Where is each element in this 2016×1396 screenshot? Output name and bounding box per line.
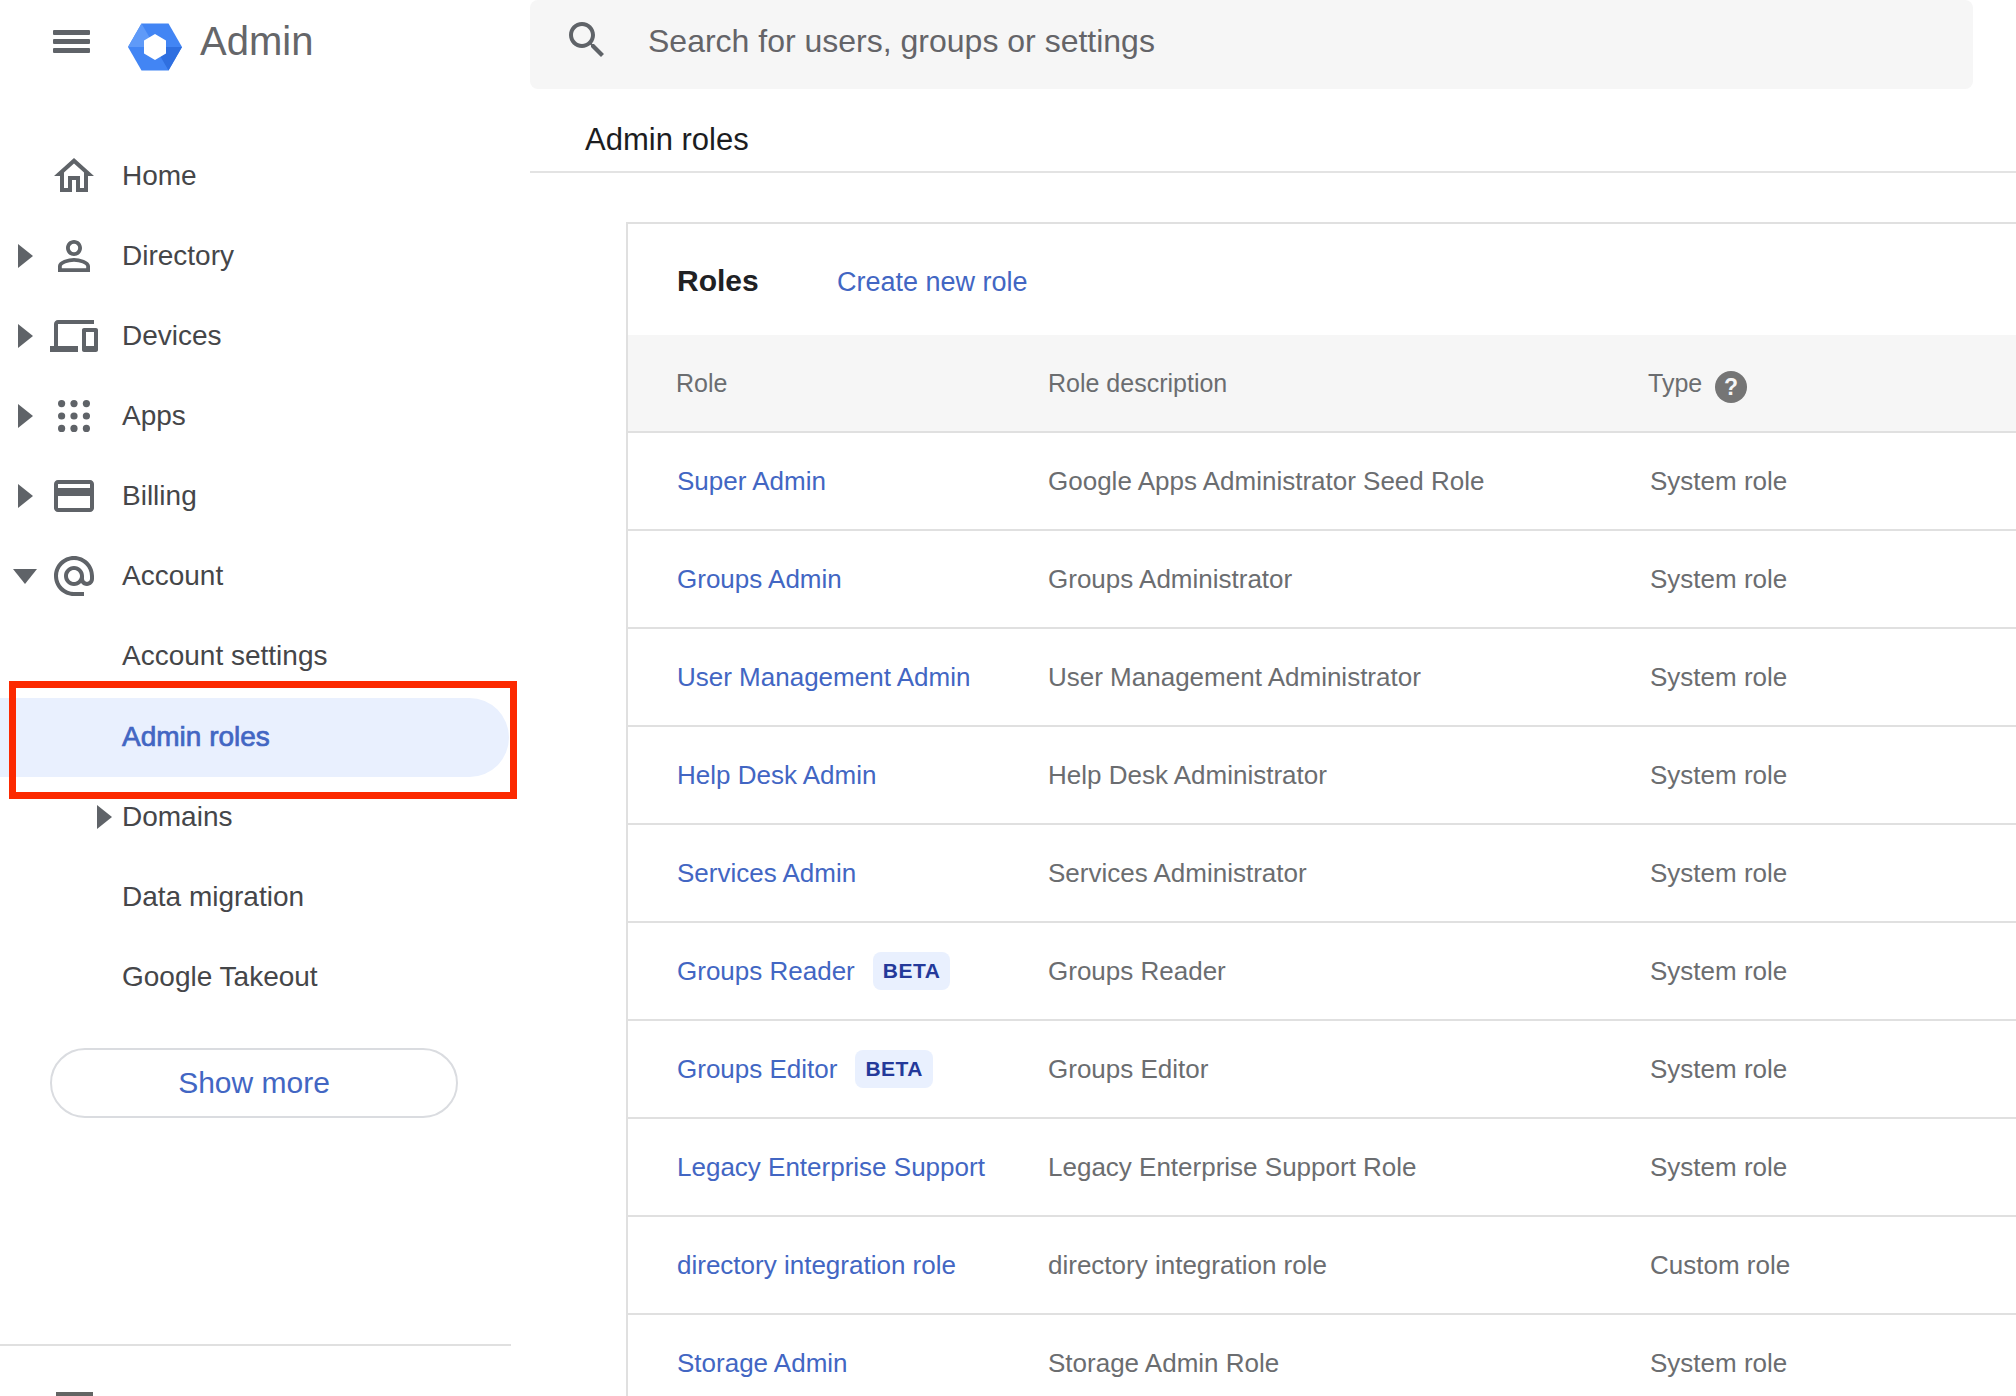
role-type: System role xyxy=(1650,1119,1787,1215)
role-type: System role xyxy=(1650,825,1787,921)
person-icon xyxy=(50,232,98,280)
expand-right-icon[interactable] xyxy=(18,324,33,348)
role-type: System role xyxy=(1650,727,1787,823)
clipped-sidebar-icon xyxy=(56,1392,93,1396)
role-description: Groups Reader xyxy=(1048,923,1226,1019)
sidebar-item-apps[interactable]: Apps xyxy=(0,376,531,456)
table-row: Groups Reader BETA Groups Reader System … xyxy=(628,923,2016,1021)
role-link[interactable]: Help Desk Admin xyxy=(677,760,876,791)
menu-hamburger-icon[interactable] xyxy=(53,30,90,53)
table-row: Super Admin Google Apps Administrator Se… xyxy=(628,433,2016,531)
expand-right-icon[interactable] xyxy=(18,404,33,428)
role-link[interactable]: User Management Admin xyxy=(677,662,970,693)
table-row: Help Desk Admin Help Desk Administrator … xyxy=(628,727,2016,825)
search-placeholder: Search for users, groups or settings xyxy=(648,0,1155,82)
role-description: Google Apps Administrator Seed Role xyxy=(1048,433,1484,529)
role-link[interactable]: Super Admin xyxy=(677,466,826,497)
breadcrumb: Admin roles xyxy=(585,124,749,155)
role-description: User Management Administrator xyxy=(1048,629,1421,725)
role-description: Groups Administrator xyxy=(1048,531,1292,627)
expand-right-icon[interactable] xyxy=(18,484,33,508)
search-input[interactable]: Search for users, groups or settings xyxy=(530,0,1973,89)
table-row: Services Admin Services Administrator Sy… xyxy=(628,825,2016,923)
role-description: Storage Admin Role xyxy=(1048,1315,1279,1396)
sidebar-item-account[interactable]: Account xyxy=(0,536,531,616)
sidebar-item-label: Directory xyxy=(122,216,234,296)
at-sign-icon xyxy=(50,552,98,600)
sidebar-item-label: Account xyxy=(122,536,223,616)
role-link[interactable]: directory integration role xyxy=(677,1250,956,1281)
role-type: Custom role xyxy=(1650,1217,1790,1313)
sidebar-item-devices[interactable]: Devices xyxy=(0,296,531,376)
devices-icon xyxy=(50,312,98,360)
beta-badge: BETA xyxy=(855,1050,933,1088)
show-more-button[interactable]: Show more xyxy=(50,1048,458,1118)
role-type: System role xyxy=(1650,531,1787,627)
table-row: Storage Admin Storage Admin Role System … xyxy=(628,1315,2016,1396)
column-header-description: Role description xyxy=(1048,335,1227,431)
sidebar-item-label: Billing xyxy=(122,456,197,536)
table-row: Legacy Enterprise Support Legacy Enterpr… xyxy=(628,1119,2016,1217)
admin-console-page: Admin Home Directory Devices Apps Billin… xyxy=(0,0,2016,1396)
role-description: Services Administrator xyxy=(1048,825,1307,921)
role-type: System role xyxy=(1650,1021,1787,1117)
sidebar-item-label: Apps xyxy=(122,376,186,456)
role-description: Groups Editor xyxy=(1048,1021,1208,1117)
role-description: directory integration role xyxy=(1048,1217,1327,1313)
table-row: Groups Editor BETA Groups Editor System … xyxy=(628,1021,2016,1119)
expand-down-icon[interactable] xyxy=(13,569,37,584)
credit-card-icon xyxy=(50,472,98,520)
annotation-highlight-box xyxy=(9,681,517,799)
role-link[interactable]: Services Admin xyxy=(677,858,856,889)
column-header-type: Type xyxy=(1648,335,1702,431)
role-description: Legacy Enterprise Support Role xyxy=(1048,1119,1417,1215)
home-icon xyxy=(50,152,98,200)
brand-title: Admin xyxy=(200,21,313,61)
panel-title: Roles xyxy=(677,266,759,296)
sidebar-divider xyxy=(0,1344,511,1346)
sidebar-item-directory[interactable]: Directory xyxy=(0,216,531,296)
role-link[interactable]: Groups Reader xyxy=(677,956,855,987)
role-type: System role xyxy=(1650,1315,1787,1396)
expand-right-icon[interactable] xyxy=(97,805,112,829)
sidebar-item-google-takeout[interactable]: Google Takeout xyxy=(0,937,531,1017)
sidebar-item-label: Devices xyxy=(122,296,222,376)
role-link[interactable]: Legacy Enterprise Support xyxy=(677,1152,985,1183)
beta-badge: BETA xyxy=(873,952,951,990)
sidebar-item-label: Google Takeout xyxy=(122,937,318,1017)
table-row: User Management Admin User Management Ad… xyxy=(628,629,2016,727)
table-header-row: Role Role description Type ? xyxy=(628,335,2016,433)
role-type: System role xyxy=(1650,629,1787,725)
help-icon[interactable]: ? xyxy=(1715,371,1747,403)
sidebar-item-label: Data migration xyxy=(122,857,304,937)
role-type: System role xyxy=(1650,923,1787,1019)
breadcrumb-divider xyxy=(530,171,2016,173)
sidebar-item-data-migration[interactable]: Data migration xyxy=(0,857,531,937)
search-icon xyxy=(563,16,611,64)
admin-logo-icon xyxy=(128,20,182,74)
sidebar-item-label: Home xyxy=(122,136,197,216)
column-header-role: Role xyxy=(676,335,727,431)
table-row: Groups Admin Groups Administrator System… xyxy=(628,531,2016,629)
table-row: directory integration role directory int… xyxy=(628,1217,2016,1315)
role-description: Help Desk Administrator xyxy=(1048,727,1327,823)
apps-icon xyxy=(50,392,98,440)
role-link[interactable]: Groups Editor xyxy=(677,1054,837,1085)
sidebar-item-home[interactable]: Home xyxy=(0,136,531,216)
sidebar-item-billing[interactable]: Billing xyxy=(0,456,531,536)
role-type: System role xyxy=(1650,433,1787,529)
role-link[interactable]: Groups Admin xyxy=(677,564,842,595)
create-new-role-link[interactable]: Create new role xyxy=(837,269,1028,296)
role-link[interactable]: Storage Admin xyxy=(677,1348,848,1379)
expand-right-icon[interactable] xyxy=(18,244,33,268)
